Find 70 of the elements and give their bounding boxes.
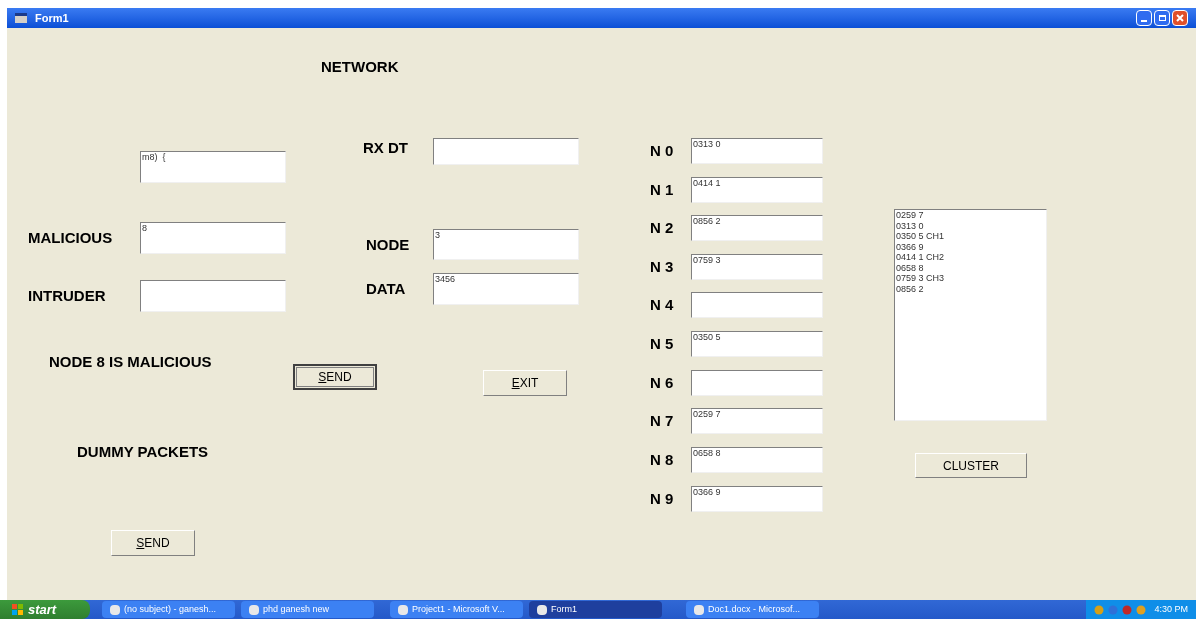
taskbar-button[interactable]: Form1	[529, 601, 662, 618]
node-label: N 4	[650, 295, 674, 315]
text-field[interactable]: 3	[433, 229, 579, 260]
tray-icon	[1108, 604, 1119, 615]
field-label: MALICIOUS	[28, 227, 114, 248]
text-field[interactable]	[691, 292, 823, 318]
taskbar-button[interactable]: Doc1.docx - Microsof...	[686, 601, 819, 618]
text-field[interactable]: 3456	[433, 273, 579, 305]
list-item[interactable]: 0658 8	[896, 262, 1045, 273]
start-button[interactable]: start	[0, 600, 90, 619]
form-button[interactable]: CLUSTER	[915, 453, 1027, 478]
form-heading: NETWORK	[321, 57, 399, 77]
node-label: N 9	[650, 489, 674, 509]
list-item[interactable]: 0366 9	[896, 241, 1045, 252]
close-button[interactable]	[1172, 10, 1188, 26]
windows-logo-icon	[12, 603, 24, 616]
node-label: N 3	[650, 257, 674, 277]
window-icon	[15, 13, 27, 23]
form-button[interactable]: SEND	[111, 530, 195, 556]
tray-icon	[1136, 604, 1147, 615]
list-item[interactable]: 0414 1 CH2	[896, 252, 1045, 263]
text-field[interactable]: 0658 8	[691, 447, 823, 473]
text-field[interactable]	[433, 138, 579, 165]
app-icon	[537, 604, 547, 615]
form-button[interactable]: EXIT	[483, 370, 567, 396]
node-label: N 7	[650, 411, 674, 431]
list-item[interactable]: 0759 3 CH3	[896, 273, 1045, 284]
node-label: N 2	[650, 218, 674, 238]
node-label: N 8	[650, 450, 674, 470]
app-icon	[398, 604, 408, 615]
form-button[interactable]: SEND	[293, 364, 377, 390]
clock: 4:30 PM	[1154, 602, 1188, 616]
status-text: DUMMY PACKETS	[77, 442, 209, 462]
list-item[interactable]: 0350 5 CH1	[896, 231, 1045, 242]
taskbar-button[interactable]: (no subject) - ganesh...	[102, 601, 235, 618]
text-field[interactable]	[140, 280, 286, 312]
text-field[interactable]: 0414 1	[691, 177, 823, 203]
minimize-button[interactable]	[1136, 10, 1152, 26]
list-item[interactable]: 0856 2	[896, 283, 1045, 294]
text-field[interactable]: 0856 2	[691, 215, 823, 241]
app-icon	[694, 604, 704, 615]
taskbar-button[interactable]: Project1 - Microsoft V...	[390, 601, 523, 618]
list-box[interactable]: 0259 7 0313 0 0350 5 CH1 0366 9 0414 1 CH2 0658 8 0759 3 CH3 0856 2	[894, 209, 1047, 421]
app-icon	[249, 604, 259, 615]
list-item[interactable]: 0259 7	[896, 210, 1045, 221]
node-label: N 6	[650, 373, 674, 393]
node-label: N 1	[650, 180, 674, 200]
text-field[interactable]: 0259 7	[691, 408, 823, 434]
status-text: NODE 8 IS MALICIOUS	[49, 352, 212, 372]
text-field[interactable]: 0313 0	[691, 138, 823, 164]
text-field[interactable]: 0350 5	[691, 331, 823, 357]
text-field[interactable]: 8	[140, 222, 286, 254]
field-label: RX DT	[363, 137, 409, 158]
taskbar-button[interactable]: phd ganesh new	[241, 601, 374, 618]
close-icon	[1176, 14, 1184, 22]
text-field[interactable]: 0759 3	[691, 254, 823, 280]
field-label: NODE	[366, 234, 411, 255]
text-field[interactable]: 0366 9	[691, 486, 823, 512]
restore-button[interactable]	[1154, 10, 1170, 26]
tray-icon	[1122, 604, 1133, 615]
field-label: DATA	[366, 278, 407, 299]
node-label: N 5	[650, 334, 674, 354]
window-title: Form1	[35, 10, 69, 26]
list-item[interactable]: 0313 0	[896, 220, 1045, 231]
text-field[interactable]: m8) {	[140, 151, 286, 183]
node-label: N 0	[650, 141, 674, 161]
app-icon	[110, 604, 120, 615]
tray-icon	[1094, 604, 1105, 615]
text-field[interactable]	[691, 370, 823, 396]
field-label: INTRUDER	[28, 285, 107, 306]
